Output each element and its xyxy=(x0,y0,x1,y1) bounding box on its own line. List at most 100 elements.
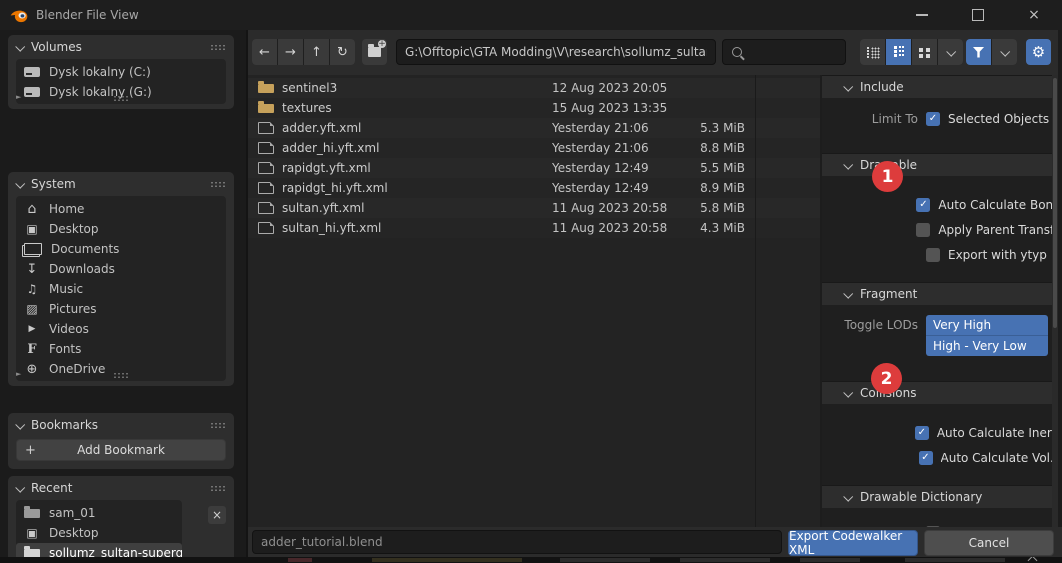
file-list: sentinel3 12 Aug 2023 20:05 textures 15 … xyxy=(248,75,820,527)
minimize-icon xyxy=(916,14,928,16)
volumes-panel-title: Volumes xyxy=(31,40,82,54)
section-header-include[interactable]: Include xyxy=(822,75,1052,98)
filename-input[interactable] xyxy=(252,530,782,554)
operator-settings-button[interactable]: ⚙ xyxy=(1026,39,1051,65)
recent-item[interactable]: sollumz_sultan-supergt_port xyxy=(16,543,182,557)
file-path-input[interactable] xyxy=(397,45,715,59)
clear-recent-button[interactable]: × xyxy=(208,506,226,524)
forward-button[interactable]: → xyxy=(278,39,303,65)
file-date: Yesterday 21:06 xyxy=(552,141,649,155)
display-settings-dropdown[interactable] xyxy=(938,39,963,65)
file-row[interactable]: rapidgt_hi.yft.xml Yesterday 12:49 8.9 M… xyxy=(248,178,820,198)
folder-icon xyxy=(258,100,274,113)
section-body-drawable: Auto Calculate Bon... Apply Parent Trans… xyxy=(822,176,1052,282)
auto-calculate-bones-checkbox[interactable] xyxy=(916,197,931,212)
chevron-down-icon xyxy=(1000,46,1011,57)
section-body-fragment: Toggle LODs Very High High - Very Low xyxy=(822,305,1052,381)
home-icon xyxy=(24,201,40,217)
panel-scrollbar-thumb[interactable] xyxy=(1053,78,1057,328)
volumes-panel-header[interactable]: Volumes xyxy=(8,35,234,59)
back-button[interactable]: ← xyxy=(252,39,277,65)
create-new-folder-button[interactable] xyxy=(362,39,387,65)
chevron-down-icon xyxy=(946,46,957,57)
export-codewalker-xml-button[interactable]: Export Codewalker XML xyxy=(788,529,918,557)
section-header-drawable-dictionary[interactable]: Drawable Dictionary xyxy=(822,485,1052,508)
cancel-button[interactable]: Cancel xyxy=(924,530,1054,556)
gear-icon: ⚙ xyxy=(1031,42,1046,61)
system-item-label: Fonts xyxy=(49,342,82,356)
file-name: adder_hi.yft.xml xyxy=(282,141,380,155)
filter-toggle-button[interactable] xyxy=(966,39,991,65)
parent-directory-button[interactable]: ↑ xyxy=(304,39,329,65)
system-panel-header[interactable]: System xyxy=(8,172,234,196)
system-item[interactable]: Downloads xyxy=(16,259,226,279)
parent-directory-icon: ↑ xyxy=(311,44,322,60)
file-row[interactable]: adder_hi.yft.xml Yesterday 21:06 8.8 MiB xyxy=(248,138,820,158)
system-item[interactable]: Fonts xyxy=(16,339,226,359)
file-icon xyxy=(258,182,274,194)
thumbnails-icon xyxy=(918,46,932,59)
refresh-button[interactable]: ↻ xyxy=(330,39,355,65)
section-header-collisions[interactable]: Collisions xyxy=(822,381,1052,404)
filter-settings-dropdown[interactable] xyxy=(992,39,1017,65)
underlying-segment xyxy=(680,558,770,562)
downloads-icon xyxy=(24,262,40,277)
section-header-fragment[interactable]: Fragment xyxy=(822,282,1052,305)
chevron-down-icon xyxy=(843,387,854,398)
export-with-ytyp-checkbox[interactable] xyxy=(926,247,940,262)
close-button[interactable]: × xyxy=(1006,0,1062,30)
apply-parent-transforms-checkbox[interactable] xyxy=(916,222,931,237)
bookmarks-panel-title: Bookmarks xyxy=(31,418,99,432)
auto-calculate-inertia-label: Auto Calculate Inertia xyxy=(936,425,1052,440)
section-header-drawable[interactable]: Drawable xyxy=(822,153,1052,176)
window-controls: × xyxy=(894,0,1062,30)
recent-panel-header[interactable]: Recent xyxy=(8,476,234,500)
detailed-list-icon xyxy=(892,45,906,59)
selected-objects-checkbox[interactable] xyxy=(926,111,940,126)
section-title: Drawable Dictionary xyxy=(860,490,983,504)
column-divider[interactable] xyxy=(755,75,756,527)
search-input[interactable] xyxy=(742,45,845,59)
view-detailed-list-button[interactable] xyxy=(886,39,911,65)
system-item[interactable]: Music xyxy=(16,279,226,299)
panel-grip-icon[interactable] xyxy=(210,180,226,188)
panel-grip-icon[interactable] xyxy=(210,421,226,429)
system-item-label: Pictures xyxy=(49,302,97,316)
system-item[interactable]: Desktop xyxy=(16,219,226,239)
recent-item[interactable]: sam_01 xyxy=(16,503,182,523)
file-row[interactable]: rapidgt.yft.xml Yesterday 12:49 5.5 MiB xyxy=(248,158,820,178)
expand-triangle-icon[interactable]: ► xyxy=(16,94,21,101)
file-row[interactable]: adder.yft.xml Yesterday 21:06 5.3 MiB xyxy=(248,118,820,138)
file-size: 8.8 MiB xyxy=(700,141,745,155)
chevron-up-icon[interactable] xyxy=(1027,557,1038,563)
section-title: Include xyxy=(860,80,904,94)
recent-item[interactable]: Desktop xyxy=(16,523,182,543)
file-row[interactable]: sultan_hi.yft.xml 11 Aug 2023 20:58 4.3 … xyxy=(248,218,820,238)
view-thumbnails-button[interactable] xyxy=(912,39,937,65)
file-row[interactable]: textures 15 Aug 2023 13:35 xyxy=(248,98,820,118)
maximize-button[interactable] xyxy=(950,0,1006,30)
auto-calculate-volume-checkbox[interactable] xyxy=(918,450,933,465)
system-item[interactable]: Videos xyxy=(16,319,226,339)
file-row[interactable]: sultan.yft.xml 11 Aug 2023 20:58 5.8 MiB xyxy=(248,198,820,218)
panel-grip-icon[interactable] xyxy=(210,43,226,51)
panel-grip-icon[interactable] xyxy=(210,484,226,492)
system-item[interactable]: Documents xyxy=(16,239,226,259)
lod-very-high-button[interactable]: Very High xyxy=(926,315,1048,335)
file-row[interactable]: sentinel3 12 Aug 2023 20:05 xyxy=(248,78,820,98)
add-bookmark-button[interactable]: + Add Bookmark xyxy=(16,439,226,461)
view-vertical-list-button[interactable] xyxy=(860,39,885,65)
auto-calculate-inertia-checkbox[interactable] xyxy=(914,425,929,440)
new-folder-icon xyxy=(368,40,386,57)
volume-item[interactable]: Dysk lokalny (C:) xyxy=(16,62,226,82)
bookmarks-panel-header[interactable]: Bookmarks xyxy=(8,413,234,437)
system-item-label: Music xyxy=(49,282,84,296)
lod-high-very-low-button[interactable]: High - Very Low xyxy=(926,335,1048,356)
system-item[interactable]: Home xyxy=(16,199,226,219)
resize-grip-icon[interactable] xyxy=(113,94,129,101)
system-item[interactable]: Pictures xyxy=(16,299,226,319)
minimize-button[interactable] xyxy=(894,0,950,30)
recent-panel: Recent sam_01 Desktop sollumz_sultan-sup… xyxy=(8,476,234,557)
expand-triangle-icon[interactable]: ► xyxy=(16,371,21,378)
resize-grip-icon[interactable] xyxy=(113,371,129,378)
